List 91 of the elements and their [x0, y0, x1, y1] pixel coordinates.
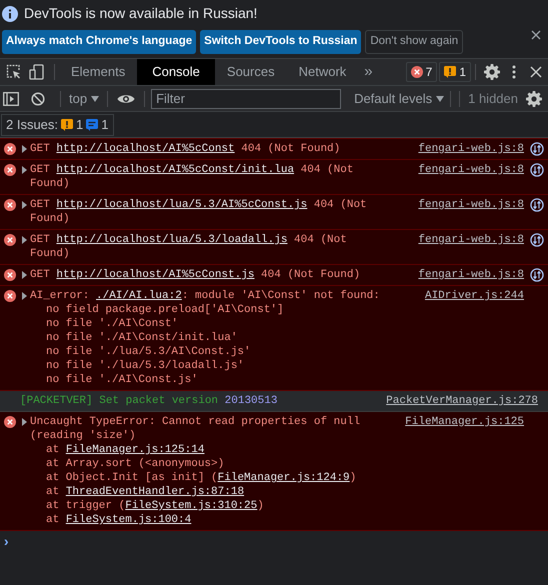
expand-triangle-icon[interactable] [20, 166, 28, 174]
infobar-message: DevTools is now available in Russian! [24, 4, 258, 23]
console-prompt[interactable]: › [2, 535, 10, 551]
infobar-button[interactable]: Always match Chrome's language [2, 30, 196, 54]
caret-icon [436, 96, 444, 102]
error-count-badge[interactable]: 7 [406, 62, 438, 82]
message-text: GET http://localhost/lua/5.3/loadall.js 404 (Not Found) [30, 233, 348, 261]
context-selector[interactable]: top [65, 88, 104, 108]
message-icon [86, 118, 98, 130]
source-link[interactable]: PacketVerManager.js:278 [386, 394, 538, 408]
message-text: GET http://localhost/AI%5cConst.js 404 (Not Found) [30, 268, 360, 282]
error-icon [4, 269, 16, 281]
source-link[interactable]: fengari-web.js:8 [418, 233, 524, 247]
sidebar-toggle-icon[interactable] [3, 92, 19, 106]
error-icon [4, 234, 16, 246]
expand-triangle-icon[interactable] [20, 236, 28, 244]
source-link[interactable]: fengari-web.js:8 [418, 268, 524, 282]
more-options-icon[interactable] [512, 65, 516, 79]
error-icon [4, 416, 16, 428]
source-link[interactable]: AIDriver.js:244 [424, 289, 524, 303]
more-tabs-button[interactable]: » [358, 60, 379, 84]
eye-icon[interactable] [117, 92, 136, 104]
link[interactable]: http://localhost/lua/5.3/AI%5cConst.js [56, 199, 308, 211]
link[interactable]: http://localhost/AI%5cConst/init.lua [56, 164, 294, 176]
stack-line: no file './lua/5.3/AI\Const.js' [45, 345, 252, 359]
link[interactable]: FileManager.js:124:9 [218, 472, 350, 484]
settings-icon[interactable] [484, 64, 500, 80]
clear-console-icon[interactable] [31, 92, 45, 106]
warning-icon [444, 66, 456, 78]
panel-tab[interactable]: Network [286, 59, 358, 85]
message-text: GET http://localhost/lua/5.3/AI%5cConst.js 404 (Not Found) [30, 198, 368, 226]
expand-triangle-icon[interactable] [20, 292, 28, 300]
network-request-icon[interactable] [530, 268, 544, 282]
stack-line: at trigger (FileSystem.js:310:25) [45, 499, 265, 513]
stack-line: at FileSystem.js:100:4 [45, 513, 192, 527]
message-text: GET http://localhost/AI%5cConst/init.lua 404 (Not Found) [30, 163, 354, 191]
issues-button[interactable]: 2 Issues: 1 1 [1, 114, 114, 136]
link[interactable]: http://localhost/lua/5.3/loadall.js [56, 234, 288, 246]
stack-line: no file './AI\Const' [45, 317, 180, 331]
link[interactable]: FileManager.js:125:14 [66, 444, 204, 456]
expand-triangle-icon[interactable] [20, 418, 28, 426]
caret-icon [91, 96, 100, 102]
panel-tab[interactable]: Console [137, 59, 215, 85]
panel-tab[interactable]: Elements [59, 59, 138, 85]
settings-icon[interactable] [526, 90, 542, 106]
link[interactable]: http://localhost/AI%5cConst [56, 143, 235, 155]
stack-line: no file './lua/5.3/loadall.js' [45, 359, 246, 373]
network-request-icon[interactable] [530, 163, 544, 177]
warning-icon [61, 118, 74, 130]
link[interactable]: FileSystem.js:100:4 [66, 514, 192, 526]
close-icon[interactable] [531, 30, 541, 40]
error-icon [4, 199, 16, 211]
message-text: [PACKETVER] Set packet version 20130513 [20, 394, 278, 408]
error-icon [4, 164, 16, 176]
message-text: GET http://localhost/AI%5cConst 404 (Not Found) [30, 142, 340, 156]
log-levels-dropdown[interactable]: Default levels [352, 88, 446, 108]
stack-line: no file './AI\Const.js' [45, 373, 199, 387]
error-icon [4, 143, 16, 155]
message-text: AI_error: ./AI/AI.lua:2: module 'AI\Const' not found: [30, 289, 380, 303]
stack-line: at FileManager.js:125:14 [45, 443, 206, 457]
filter-field[interactable]: Filter [151, 88, 342, 108]
stack-line: no field package.preload['AI\Const'] [45, 303, 285, 317]
expand-triangle-icon[interactable] [20, 201, 28, 209]
message-text: Uncaught TypeError: Cannot read properties of null (reading 'size') [30, 415, 362, 443]
panel-tab[interactable]: Sources [214, 59, 287, 85]
link[interactable]: ./AI/AI.lua:2 [96, 290, 182, 302]
stack-line: at ThreadEventHandler.js:87:18 [45, 485, 246, 499]
link[interactable]: ThreadEventHandler.js:87:18 [66, 486, 244, 498]
stack-line: at Array.sort (<anonymous>) [45, 457, 226, 471]
link[interactable]: FileSystem.js:310:25 [125, 500, 258, 512]
network-request-icon[interactable] [530, 142, 544, 156]
expand-triangle-icon[interactable] [20, 145, 28, 153]
error-icon [4, 290, 16, 302]
source-link[interactable]: fengari-web.js:8 [418, 198, 524, 212]
infobar-button[interactable]: Don't show again [365, 30, 464, 54]
error-icon [410, 66, 423, 78]
source-link[interactable]: fengari-web.js:8 [418, 163, 524, 177]
expand-triangle-icon[interactable] [20, 271, 28, 279]
source-link[interactable]: fengari-web.js:8 [418, 142, 524, 156]
link[interactable]: http://localhost/AI%5cConst.js [56, 269, 254, 281]
network-request-icon[interactable] [530, 233, 544, 247]
warning-count-badge[interactable]: 1 [439, 62, 471, 82]
hidden-count: 1 hidden [467, 90, 519, 108]
stack-line: no file './AI\Const/init.lua' [45, 331, 238, 345]
inspect-element-icon[interactable] [6, 64, 22, 80]
network-request-icon[interactable] [530, 198, 544, 212]
device-toolbar-icon[interactable] [29, 64, 45, 80]
source-link[interactable]: FileManager.js:125 [405, 415, 524, 429]
infobar-button[interactable]: Switch DevTools to Russian [200, 30, 362, 54]
stack-line: at Object.Init [as init] (FileManager.js:124:9) [45, 471, 358, 485]
close-icon[interactable] [530, 66, 542, 78]
